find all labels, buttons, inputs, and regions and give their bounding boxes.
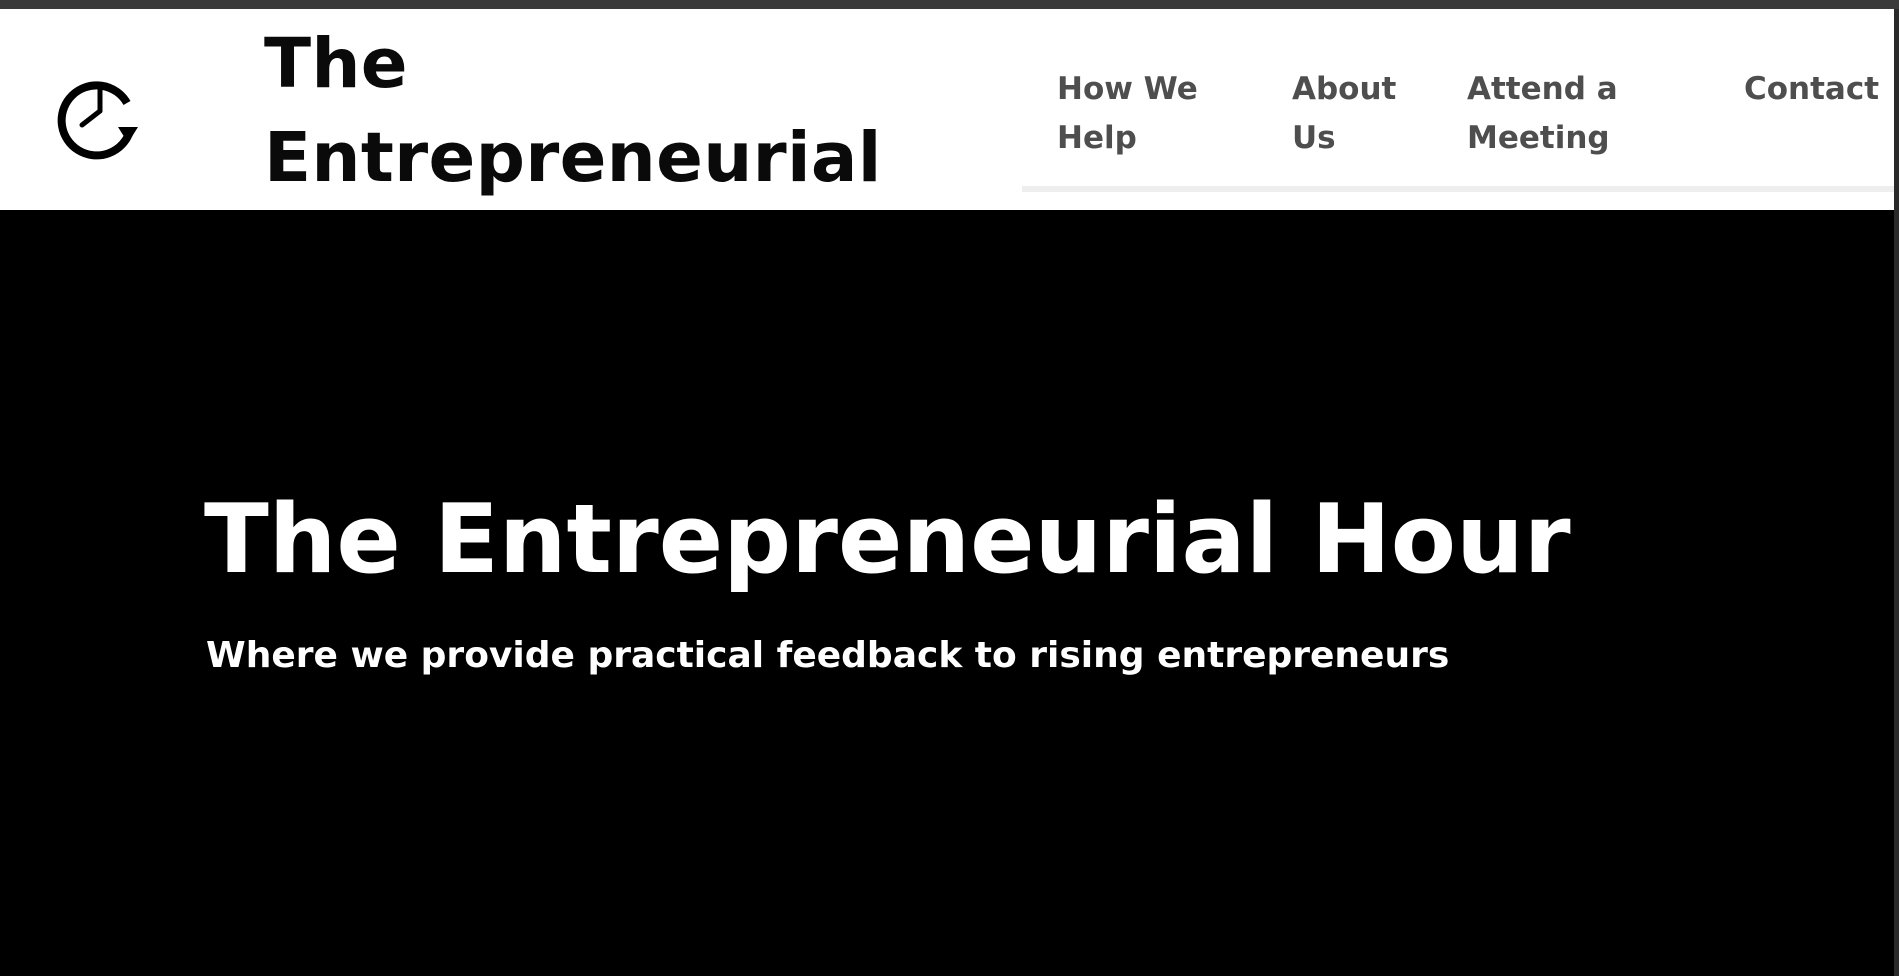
clock-refresh-icon[interactable] — [56, 69, 144, 165]
nav-item-about-us[interactable]: About Us — [1292, 65, 1422, 163]
nav-item-attend-a-meeting[interactable]: Attend a Meeting — [1467, 65, 1647, 163]
hero-title: The Entrepreneurial Hour — [204, 485, 1571, 595]
main-nav: How We Help About Us Attend a Meeting Co… — [1022, 9, 1894, 192]
browser-top-bar — [0, 0, 1899, 9]
window-right-edge — [1894, 9, 1899, 976]
nav-item-contact[interactable]: Contact — [1744, 65, 1884, 114]
nav-item-how-we-help[interactable]: How We Help — [1057, 65, 1227, 163]
hero-subtitle: Where we provide practical feedback to r… — [206, 635, 1450, 676]
hero-section: The Entrepreneurial Hour Where we provid… — [0, 210, 1894, 976]
